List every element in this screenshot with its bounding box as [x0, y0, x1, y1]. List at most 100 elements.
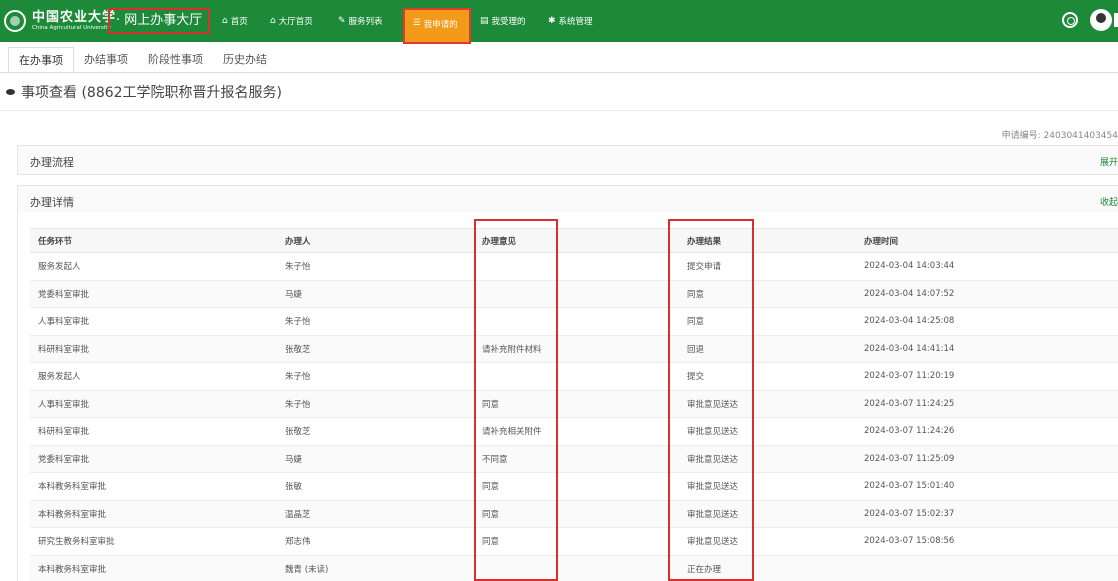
expand-toggle[interactable]: 展开 — [1100, 155, 1118, 168]
cell-opinion — [474, 362, 679, 391]
cell-handler: 张敬芝 — [277, 417, 474, 446]
cell-opinion — [474, 307, 679, 336]
cell-result: 同意 — [679, 307, 856, 336]
settings-gear-icon[interactable] — [1062, 12, 1078, 28]
nav-hall-home[interactable]: ⌂ 大厅首页 — [270, 0, 313, 42]
table-header-row: 任务环节 办理人 办理意见 办理结果 办理时间 — [30, 228, 1118, 253]
divider — [0, 110, 1118, 111]
university-seal-icon — [4, 10, 26, 32]
tab-completed[interactable]: 办结事项 — [74, 47, 138, 72]
cell-result: 审批意见送达 — [679, 417, 856, 446]
portal-title[interactable]: · 网上办事大厅 — [108, 8, 210, 34]
tab-stage[interactable]: 阶段性事项 — [138, 47, 213, 72]
process-details-table: 任务环节 办理人 办理意见 办理结果 办理时间 服务发起人 朱子怡 提交申请 2024… — [30, 228, 1118, 581]
user-name-truncated[interactable] — [1114, 13, 1118, 27]
cell-handler: 朱子怡 — [277, 390, 474, 418]
logo-name-en: China Agricultural University — [32, 24, 111, 31]
cell-time: 2024-03-07 11:20:19 — [856, 362, 1118, 391]
cell-task: 人事科室审批 — [30, 390, 277, 418]
tab-in-progress[interactable]: 在办事项 — [8, 47, 74, 72]
cell-time: 2024-03-07 11:24:25 — [856, 390, 1118, 418]
tab-history[interactable]: 历史办结 — [213, 47, 277, 72]
cell-opinion — [474, 252, 679, 281]
cell-opinion: 请补充附件材料 — [474, 335, 679, 363]
cell-time: 2024-03-04 14:03:44 — [856, 252, 1118, 281]
cell-result: 审批意见送达 — [679, 527, 856, 556]
table-row: 科研科室审批 张敬芝 请补充相关附件 审批意见送达 2024-03-07 11:24:2… — [30, 417, 1118, 446]
collapse-toggle[interactable]: 收起 — [1100, 195, 1118, 208]
nav-home[interactable]: ⌂ 首页 — [222, 0, 248, 42]
cell-task: 本科教务科室审批 — [30, 472, 277, 501]
cell-task: 服务发起人 — [30, 362, 277, 391]
edit-icon: ✎ — [338, 16, 346, 26]
gear-icon: ✱ — [548, 16, 556, 26]
cell-time: 2024-03-07 15:01:40 — [856, 472, 1118, 501]
cell-handler: 马婕 — [277, 445, 474, 473]
cell-handler: 朱子怡 — [277, 362, 474, 391]
top-navbar: 中国农业大学 China Agricultural University · 网… — [0, 0, 1118, 44]
cell-result: 审批意见送达 — [679, 500, 856, 528]
cell-opinion: 不同意 — [474, 445, 679, 473]
cell-opinion — [474, 280, 679, 308]
university-logo[interactable]: 中国农业大学 China Agricultural University — [4, 8, 116, 34]
cell-time: 2024-03-04 14:25:08 — [856, 307, 1118, 336]
table-row: 人事科室审批 朱子怡 同意 审批意见送达 2024-03-07 11:24:25 — [30, 390, 1118, 418]
cell-time: 2024-03-07 15:08:56 — [856, 527, 1118, 556]
table-row: 服务发起人 朱子怡 提交申请 2024-03-04 14:03:44 — [30, 252, 1118, 281]
home-icon: ⌂ — [222, 16, 228, 26]
details-panel-header: 办理详情 收起 — [17, 185, 1118, 215]
cell-task: 服务发起人 — [30, 252, 277, 281]
cell-opinion: 同意 — [474, 390, 679, 418]
table-row: 党委科室审批 马婕 不同意 审批意见送达 2024-03-07 11:25:09 — [30, 445, 1118, 473]
process-flow-panel: 办理流程 展开 — [17, 145, 1118, 175]
task-tabs: 在办事项 办结事项 阶段性事项 历史办结 — [0, 47, 1118, 73]
table-row: 本科教务科室审批 魏青 (未读) 正在办理 — [30, 555, 1118, 581]
cell-result: 提交 — [679, 362, 856, 391]
nav-my-applications[interactable]: ☰ 我申请的 — [403, 8, 471, 44]
table-row: 本科教务科室审批 温晶芝 同意 审批意见送达 2024-03-07 15:02:37 — [30, 500, 1118, 528]
cell-task: 科研科室审批 — [30, 335, 277, 363]
eye-icon — [6, 89, 15, 95]
cell-time: 2024-03-04 14:41:14 — [856, 335, 1118, 363]
user-avatar[interactable] — [1090, 9, 1112, 31]
cell-time: 2024-03-07 11:24:26 — [856, 417, 1118, 446]
panel-title: 办理详情 — [30, 196, 74, 209]
column-header-task: 任务环节 — [30, 228, 277, 253]
cell-handler: 温晶芝 — [277, 500, 474, 528]
table-row: 科研科室审批 张敬芝 请补充附件材料 回退 2024-03-04 14:41:14 — [30, 335, 1118, 363]
cell-opinion: 同意 — [474, 472, 679, 501]
cell-time: 2024-03-07 15:02:37 — [856, 500, 1118, 528]
logo-name-cn: 中国农业大学 — [32, 9, 117, 25]
cell-time: 2024-03-04 14:07:52 — [856, 280, 1118, 308]
cell-opinion: 同意 — [474, 527, 679, 556]
cell-task: 科研科室审批 — [30, 417, 277, 446]
cell-time — [856, 555, 1118, 581]
cell-result: 审批意见送达 — [679, 472, 856, 501]
table-row: 本科教务科室审批 张敏 同意 审批意见送达 2024-03-07 15:01:40 — [30, 472, 1118, 501]
table-icon: ▤ — [480, 16, 489, 26]
nav-service-list[interactable]: ✎ 服务列表 — [338, 0, 383, 42]
cell-handler: 张敏 — [277, 472, 474, 501]
home-icon: ⌂ — [270, 16, 276, 26]
cell-result: 提交申请 — [679, 252, 856, 281]
table-row: 党委科室审批 马婕 同意 2024-03-04 14:07:52 — [30, 280, 1118, 308]
cell-task: 研究生教务科室审批 — [30, 527, 277, 556]
column-header-opinion: 办理意见 — [474, 228, 679, 253]
cell-task: 本科教务科室审批 — [30, 555, 277, 581]
cell-task: 党委科室审批 — [30, 280, 277, 308]
table-row: 人事科室审批 朱子怡 同意 2024-03-04 14:25:08 — [30, 307, 1118, 336]
cell-result: 正在办理 — [679, 555, 856, 581]
cell-task: 本科教务科室审批 — [30, 500, 277, 528]
cell-handler: 马婕 — [277, 280, 474, 308]
cell-handler: 朱子怡 — [277, 307, 474, 336]
nav-my-handled[interactable]: ▤ 我受理的 — [480, 0, 526, 42]
cell-handler: 郑志伟 — [277, 527, 474, 556]
application-number: 申请编号: 2403041403454 — [1001, 131, 1118, 141]
panel-title: 办理流程 — [30, 156, 74, 169]
column-header-time: 办理时间 — [856, 228, 1118, 253]
cell-task: 人事科室审批 — [30, 307, 277, 336]
nav-system-admin[interactable]: ✱ 系统管理 — [548, 0, 593, 42]
cell-time: 2024-03-07 11:25:09 — [856, 445, 1118, 473]
cell-handler: 魏青 (未读) — [277, 555, 474, 581]
cell-opinion — [474, 555, 679, 581]
